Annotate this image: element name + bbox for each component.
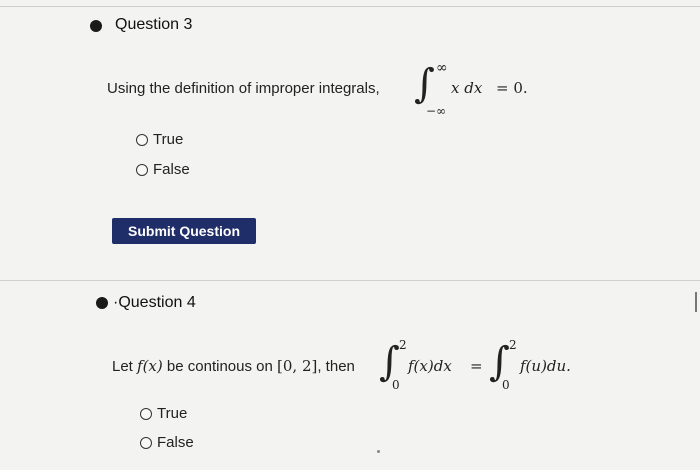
option-label: True	[157, 405, 188, 422]
question-4-option-false[interactable]: False	[140, 434, 194, 451]
top-divider	[0, 6, 700, 7]
radio-icon[interactable]	[136, 163, 148, 176]
question-4-lower-limit-1: 0	[392, 378, 400, 392]
radio-icon[interactable]	[140, 436, 152, 449]
question-3-option-false[interactable]: False	[136, 161, 190, 178]
question-3-integrand: x dx	[451, 79, 483, 97]
question-4-prompt-then: , then	[317, 358, 355, 375]
question-4-integrand-1: f(x)dx	[408, 357, 452, 375]
integral-sign-icon: ∫	[379, 339, 400, 385]
question-3-lower-limit: −∞	[426, 104, 447, 118]
integral-sign-icon: ∫	[489, 339, 510, 385]
question-4-equals: =	[470, 357, 483, 375]
question-3-option-true[interactable]: True	[136, 131, 183, 148]
question-4-fx: f(x)	[137, 357, 163, 375]
question-4-interval: [0, 2]	[277, 357, 318, 375]
question-4-prompt-pre: Let	[112, 358, 133, 375]
stray-dot	[377, 450, 380, 453]
question-3-bullet	[90, 20, 102, 32]
question-4-prompt: Let f(x) be continous on [0, 2], then	[112, 357, 355, 375]
question-4-integrand-2: f(u)du.	[520, 357, 571, 375]
option-label: False	[157, 434, 194, 451]
question-4-prompt-mid: be continous on	[166, 358, 273, 375]
question-4-option-true[interactable]: True	[140, 405, 187, 422]
option-label: False	[153, 161, 190, 178]
option-label: True	[153, 131, 184, 148]
question-4-title: ·Question 4	[113, 294, 196, 311]
question-3-equals: = 0.	[496, 79, 528, 97]
question-4-upper-limit-1: 2	[399, 338, 407, 352]
question-3-prompt-text: Using the definition of improper integra…	[107, 80, 380, 97]
question-3-prompt: Using the definition of improper integra…	[107, 80, 380, 97]
radio-icon[interactable]	[140, 407, 152, 420]
integral-sign-icon: ∫	[414, 61, 435, 107]
question-4-bullet	[96, 297, 108, 309]
scroll-edge-marker	[695, 292, 697, 312]
section-divider	[0, 280, 700, 281]
question-4-upper-limit-2: 2	[509, 338, 517, 352]
submit-question-button[interactable]: Submit Question	[112, 218, 256, 244]
question-4-lower-limit-2: 0	[502, 378, 510, 392]
radio-icon[interactable]	[136, 133, 148, 146]
question-3-upper-limit: ∞	[436, 60, 448, 76]
question-3-title: Question 3	[115, 16, 193, 33]
